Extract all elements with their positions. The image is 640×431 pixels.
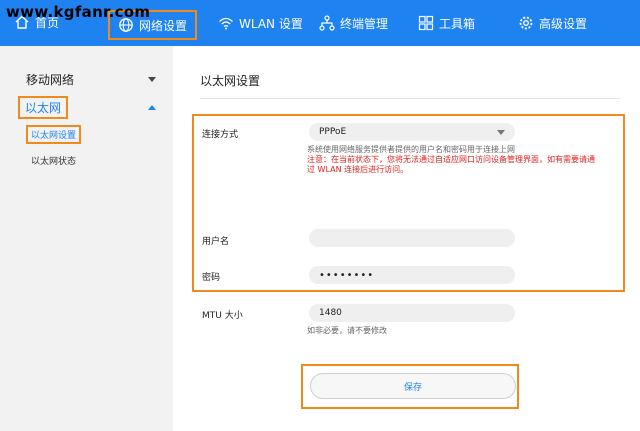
sidebar-item-mobile-network[interactable]: 移动网络 (26, 71, 156, 88)
nav-toolbox[interactable]: 工具箱 (418, 0, 475, 46)
connection-hint: 系统使用网络服务提供者提供的用户名和密码用于连接上网 (307, 145, 515, 154)
mtu-hint: 如非必要，请不要修改 (307, 326, 387, 335)
mtu-input[interactable]: 1480 (309, 304, 515, 322)
chevron-down-icon (148, 77, 156, 82)
network-tree-icon (319, 15, 335, 31)
nav-wlan-settings[interactable]: WLAN 设置 (218, 0, 303, 46)
username-input[interactable] (309, 229, 515, 247)
username-label: 用户名 (202, 237, 230, 247)
sidebar: 移动网络 以太网 以太网设置 以太网状态 (0, 46, 173, 431)
sidebar-item-label: 以太网 (18, 96, 69, 119)
password-label: 密码 (202, 273, 221, 283)
sidebar-item-ethernet[interactable]: 以太网 (18, 96, 156, 119)
nav-toolbox-label: 工具箱 (439, 16, 476, 31)
sidebar-item-label: 移动网络 (26, 73, 75, 87)
chevron-down-icon (497, 129, 505, 135)
sidebar-subitem-ethernet-status[interactable]: 以太网状态 (31, 154, 76, 167)
connection-type-select[interactable]: PPPoE (309, 123, 515, 141)
gear-icon (518, 15, 534, 31)
connection-type-label: 连接方式 (202, 130, 239, 140)
warning-text-line2: 过 WLAN 连接后进行访问。 (307, 165, 409, 174)
save-button[interactable]: 保存 (310, 373, 516, 399)
warning-text-line1: 注意：在当前状态下，您将无法通过自适应网口访问设备管理界面，如有需要请通 (307, 155, 595, 164)
chevron-up-icon (148, 105, 156, 110)
nav-advanced-settings[interactable]: 高级设置 (518, 0, 587, 46)
nav-terminal-management[interactable]: 终端管理 (319, 0, 388, 46)
title-divider (200, 98, 620, 99)
sidebar-subitem-ethernet-settings[interactable]: 以太网设置 (26, 125, 82, 144)
password-input[interactable]: •••••••• (309, 266, 515, 284)
wifi-icon (218, 15, 234, 31)
nav-terminal-label: 终端管理 (340, 16, 389, 31)
connection-type-value: PPPoE (319, 127, 347, 137)
toolbox-icon (418, 15, 434, 31)
nav-wlan-label: WLAN 设置 (239, 16, 303, 31)
watermark: www.kgfanr.com (6, 3, 151, 21)
nav-advanced-label: 高级设置 (539, 16, 588, 31)
mtu-label: MTU 大小 (202, 311, 243, 321)
page-title: 以太网设置 (200, 74, 261, 88)
